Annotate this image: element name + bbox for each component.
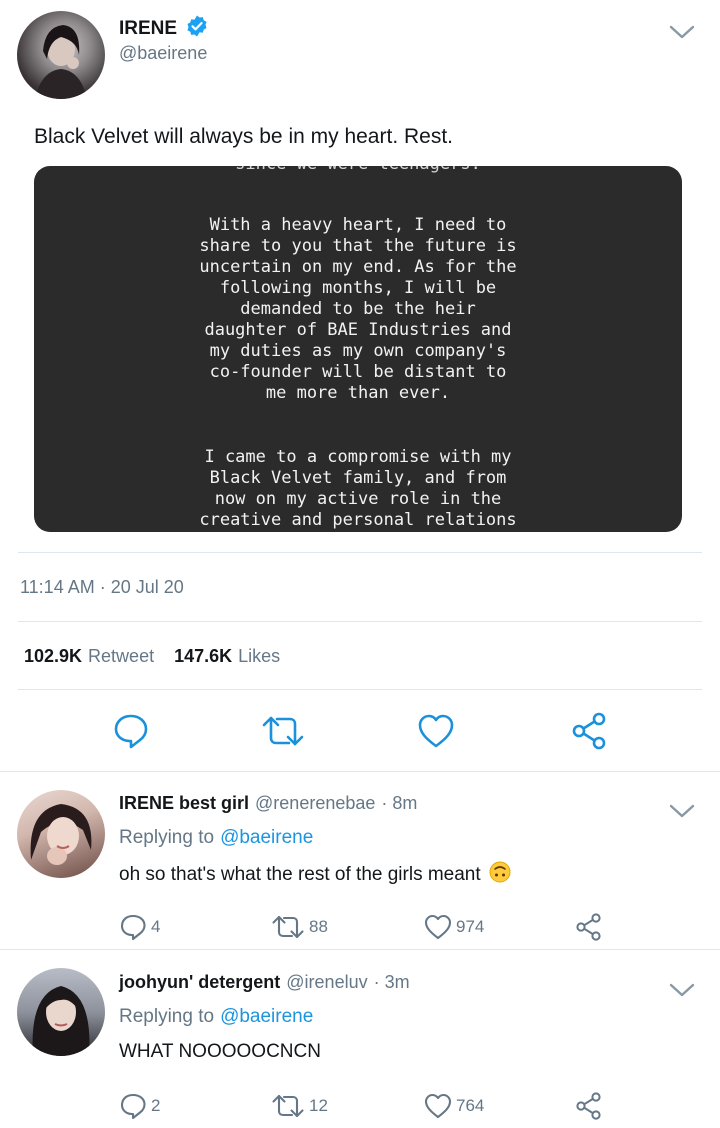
image-line: my duties as my own company's <box>209 341 507 361</box>
reply-button[interactable] <box>112 713 150 754</box>
retweet-count: 12 <box>309 1096 328 1115</box>
verified-badge-icon <box>185 14 209 43</box>
handle[interactable]: @renerenebae <box>255 793 375 814</box>
retweet-button[interactable]: 12 <box>271 1093 328 1119</box>
replying-to-label: Replying to <box>119 827 215 848</box>
like-button[interactable] <box>417 713 455 754</box>
retweet-button[interactable] <box>261 714 305 753</box>
reply-text-row: oh so that's what the rest of the girls … <box>119 861 511 889</box>
chevron-down-icon[interactable] <box>669 982 695 1003</box>
image-line: uncertain on my end. As for the <box>199 257 517 277</box>
share-button[interactable] <box>575 1092 603 1120</box>
share-icon <box>576 913 601 941</box>
retweet-button[interactable]: 88 <box>271 914 328 940</box>
reply-count: 2 <box>151 1096 161 1115</box>
avatar-portrait <box>35 25 87 99</box>
display-name[interactable]: IRENE best girl <box>119 793 249 814</box>
reply-count: 4 <box>151 917 161 936</box>
retweet-count[interactable]: 102.9K <box>24 646 82 667</box>
avatar[interactable] <box>17 968 105 1056</box>
image-paragraph-1: With a heavy heart, I need to share to y… <box>34 215 682 404</box>
image-line: demanded to be the heir <box>240 299 476 319</box>
image-line: creative and personal relations <box>199 510 517 530</box>
reply-icon <box>120 914 146 940</box>
replying-to-handle[interactable]: @baeirene <box>220 1006 313 1028</box>
avatar[interactable] <box>17 11 105 99</box>
image-line: share to you that the future is <box>199 236 517 256</box>
image-line: daughter of BAE Industries and <box>204 320 512 340</box>
share-icon <box>572 712 606 750</box>
reply-icon <box>120 1093 146 1119</box>
share-button[interactable] <box>575 913 603 941</box>
reply-text: oh so that's what the rest of the girls … <box>119 864 481 885</box>
image-line: following months, I will be <box>219 278 497 298</box>
display-name[interactable]: joohyun' detergent <box>119 972 280 993</box>
heart-icon <box>424 914 452 940</box>
replying-to-handle[interactable]: @baeirene <box>220 827 313 849</box>
replying-to: Replying to @baeirene <box>119 1006 313 1028</box>
image-line: With a heavy heart, I need to <box>209 215 507 235</box>
divider <box>18 689 702 690</box>
retweet-count: 88 <box>309 917 328 936</box>
image-paragraph-2: I came to a compromise with my Black Vel… <box>34 447 682 531</box>
like-count: 974 <box>456 917 485 936</box>
reply-button[interactable]: 2 <box>119 1093 160 1119</box>
divider <box>18 621 702 622</box>
share-icon <box>576 1092 601 1120</box>
reply-header: IRENE best girl @renerenebae · 8m <box>119 793 417 814</box>
image-line: Black Velvet family, and from <box>209 468 507 488</box>
handle[interactable]: @ireneluv <box>286 972 367 993</box>
retweet-icon <box>272 915 304 939</box>
image-cut-line: since we were teenagers. <box>34 166 682 175</box>
chevron-down-icon[interactable] <box>669 803 695 824</box>
divider <box>18 552 702 553</box>
replying-to: Replying to @baeirene <box>119 827 313 849</box>
like-count[interactable]: 147.6K <box>174 646 232 667</box>
timestamp[interactable]: 11:14 AM · 20 Jul 20 <box>20 577 184 598</box>
tweet-text: Black Velvet will always be in my heart.… <box>34 125 453 148</box>
like-count: 764 <box>456 1096 485 1115</box>
display-name[interactable]: IRENE <box>119 18 177 40</box>
avatar[interactable] <box>17 790 105 878</box>
retweet-icon <box>262 716 304 746</box>
tweet-image[interactable]: since we were teenagers. With a heavy he… <box>34 166 682 532</box>
reply-time[interactable]: · 8m <box>381 793 417 814</box>
reply-header: joohyun' detergent @ireneluv · 3m <box>119 972 410 993</box>
retweet-icon <box>272 1094 304 1118</box>
heart-icon <box>424 1093 452 1119</box>
engagement-stats: 102.9K Retweet 147.6K Likes <box>24 646 280 667</box>
divider <box>0 949 720 950</box>
image-line: I came to a compromise with my <box>204 447 512 467</box>
chevron-down-icon[interactable] <box>669 24 695 45</box>
heart-icon <box>418 714 454 748</box>
reply-button[interactable]: 4 <box>119 914 160 940</box>
reply-time[interactable]: · 3m <box>374 972 410 993</box>
image-line: me more than ever. <box>265 383 451 403</box>
reply-text: WHAT NOOOOOCNCN <box>119 1041 321 1062</box>
divider <box>0 771 720 772</box>
avatar-portrait <box>32 986 90 1056</box>
like-button[interactable]: 974 <box>424 914 484 940</box>
like-button[interactable]: 764 <box>424 1093 484 1119</box>
handle[interactable]: @baeirene <box>119 43 207 64</box>
display-name-row: IRENE <box>119 14 209 43</box>
upside-down-face-emoji-icon <box>489 861 511 889</box>
retweet-label[interactable]: Retweet <box>88 646 154 667</box>
image-line: now on my active role in the <box>214 489 502 509</box>
replying-to-label: Replying to <box>119 1006 215 1027</box>
image-line: co-founder will be distant to <box>209 362 507 382</box>
avatar-portrait <box>30 804 92 865</box>
reply-icon <box>114 714 148 749</box>
like-label[interactable]: Likes <box>238 646 280 667</box>
share-button[interactable] <box>571 712 609 755</box>
